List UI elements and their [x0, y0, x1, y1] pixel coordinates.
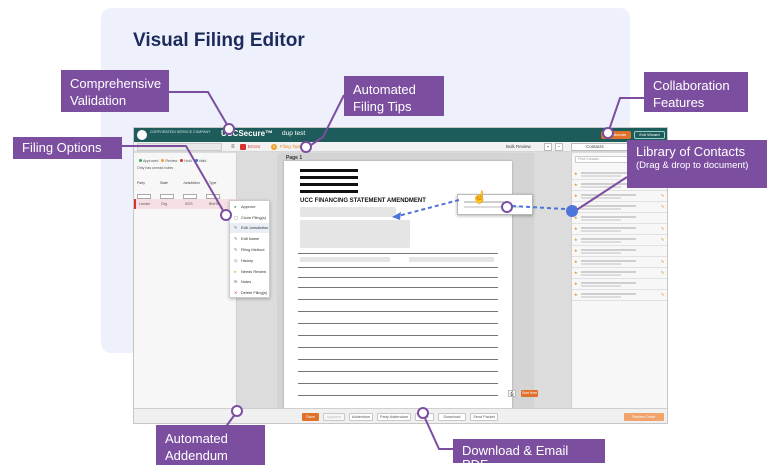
connector-filing-options [122, 145, 226, 215]
connector-tips [307, 94, 345, 148]
connector-validation [169, 91, 230, 129]
connector-download [423, 415, 453, 450]
callout-collab: Collaboration Features [644, 72, 748, 112]
connector-collab [607, 97, 644, 134]
drag-arrow-icon [392, 212, 401, 220]
marker-filing-options [220, 209, 232, 221]
stage: Visual Filing Editor CORPORATION SERVICE… [0, 0, 775, 466]
marker-collab [602, 127, 614, 139]
connector-contacts [574, 176, 628, 212]
marker-validation [223, 123, 235, 135]
callout-validation: Comprehensive Validation [61, 70, 169, 112]
callout-filing-options: Filing Options [13, 137, 122, 159]
callout-addendum: Automated Addendum Creation [156, 425, 265, 466]
callout-contacts-subtitle: (Drag & drop to document) [636, 160, 749, 171]
marker-tips [300, 141, 312, 153]
drag-source-dot [566, 205, 578, 217]
marker-drag-target [501, 201, 513, 213]
callout-tips: Automated Filing Tips [344, 76, 444, 116]
callout-contacts-title: Library of Contacts [636, 144, 746, 159]
callout-download: Download & Email PDF [453, 439, 605, 466]
marker-download [417, 407, 429, 419]
marker-addendum [231, 405, 243, 417]
drag-path-right [511, 205, 566, 210]
callout-contacts: Library of Contacts (Drag & drop to docu… [627, 140, 767, 188]
drag-path-left [397, 199, 460, 217]
